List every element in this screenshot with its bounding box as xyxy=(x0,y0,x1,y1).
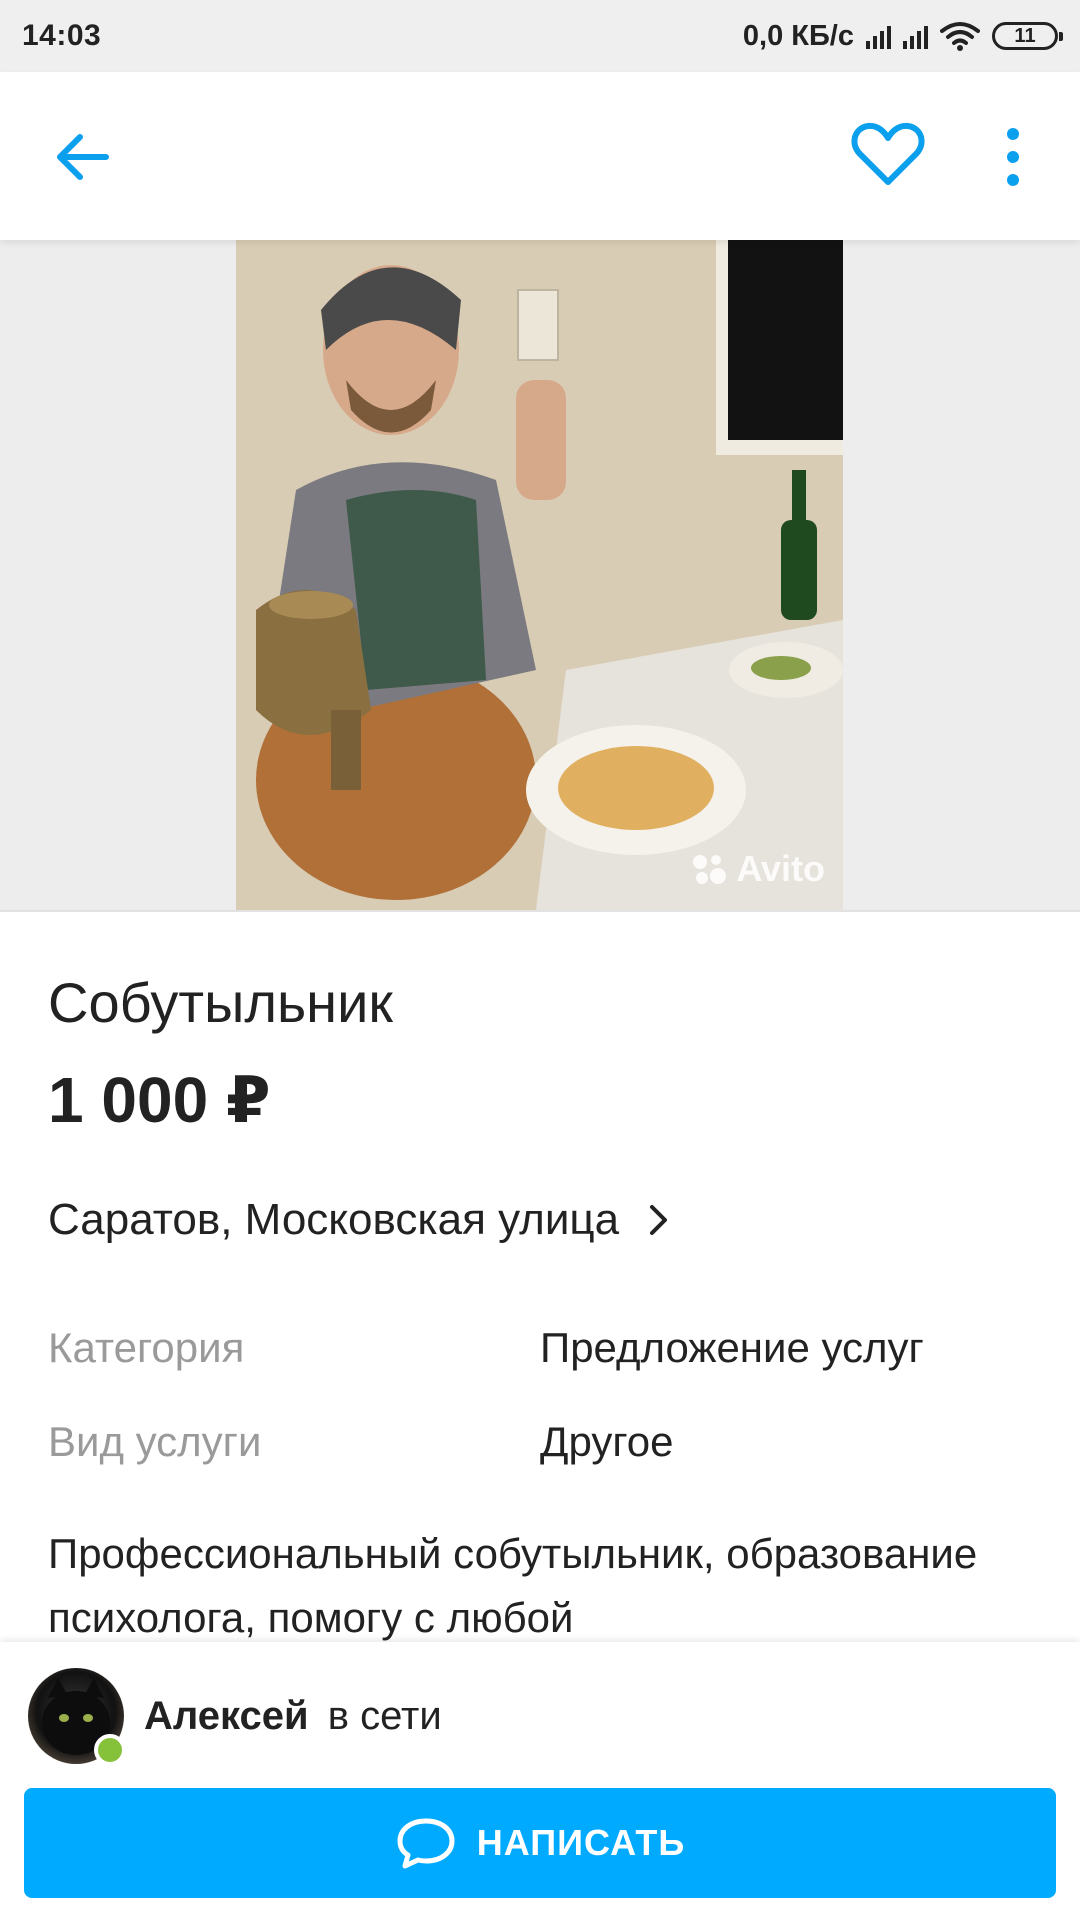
status-indicators: 0,0 КБ/с 11 xyxy=(742,19,1063,53)
heart-outline-icon[interactable] xyxy=(850,120,926,190)
param-label-service-type: Вид услуги xyxy=(48,1418,262,1465)
online-indicator xyxy=(94,1734,126,1766)
photo-illustration xyxy=(236,240,843,910)
arrow-left-icon[interactable] xyxy=(48,122,118,192)
more-vertical-icon[interactable] xyxy=(995,122,1031,192)
wifi-icon xyxy=(940,22,980,51)
seller-online-status: в сети xyxy=(327,1694,442,1738)
watermark-text: Avito xyxy=(736,848,825,889)
param-value-service-type: Другое xyxy=(540,1418,674,1465)
seller-info[interactable]: Алексей в сети xyxy=(144,1694,442,1739)
param-label-category: Категория xyxy=(48,1324,245,1371)
status-time: 14:03 xyxy=(22,19,102,52)
seller-contact-bar: Алексей в сети НАПИСАТЬ xyxy=(0,1642,1080,1920)
listing-title: Собутыльник xyxy=(48,971,393,1034)
avito-logo-icon xyxy=(693,855,727,884)
signal-strength-icon xyxy=(903,23,928,49)
avito-watermark: Avito xyxy=(690,848,825,890)
write-button-label: НАПИСАТЬ xyxy=(476,1822,686,1863)
divider xyxy=(0,910,1080,912)
toolbar xyxy=(0,72,1080,240)
address-link[interactable]: Саратов, Московская улица xyxy=(48,1195,671,1245)
battery-level: 11 xyxy=(1014,24,1036,47)
seller-name: Алексей xyxy=(144,1694,309,1738)
write-message-button[interactable]: НАПИСАТЬ xyxy=(24,1788,1056,1898)
listing-photo[interactable]: Avito xyxy=(236,240,843,910)
chevron-right-icon xyxy=(650,1205,668,1235)
param-value-category: Предложение услуг xyxy=(540,1324,924,1371)
listing-price: 1 000 ₽ xyxy=(48,1064,271,1136)
status-bar: 14:03 0,0 КБ/с 11 xyxy=(0,0,1080,72)
signal-strength-icon xyxy=(866,23,891,49)
listing-description: Профессиональный собутыльник, образовани… xyxy=(48,1530,978,1641)
battery-icon: 11 xyxy=(992,22,1063,50)
address-text: Саратов, Московская улица xyxy=(48,1195,620,1244)
seller-avatar[interactable] xyxy=(28,1668,128,1768)
photo-gallery[interactable]: Avito xyxy=(0,240,1080,910)
network-speed: 0,0 КБ/с xyxy=(742,19,854,52)
chat-bubble-icon xyxy=(397,1818,455,1869)
